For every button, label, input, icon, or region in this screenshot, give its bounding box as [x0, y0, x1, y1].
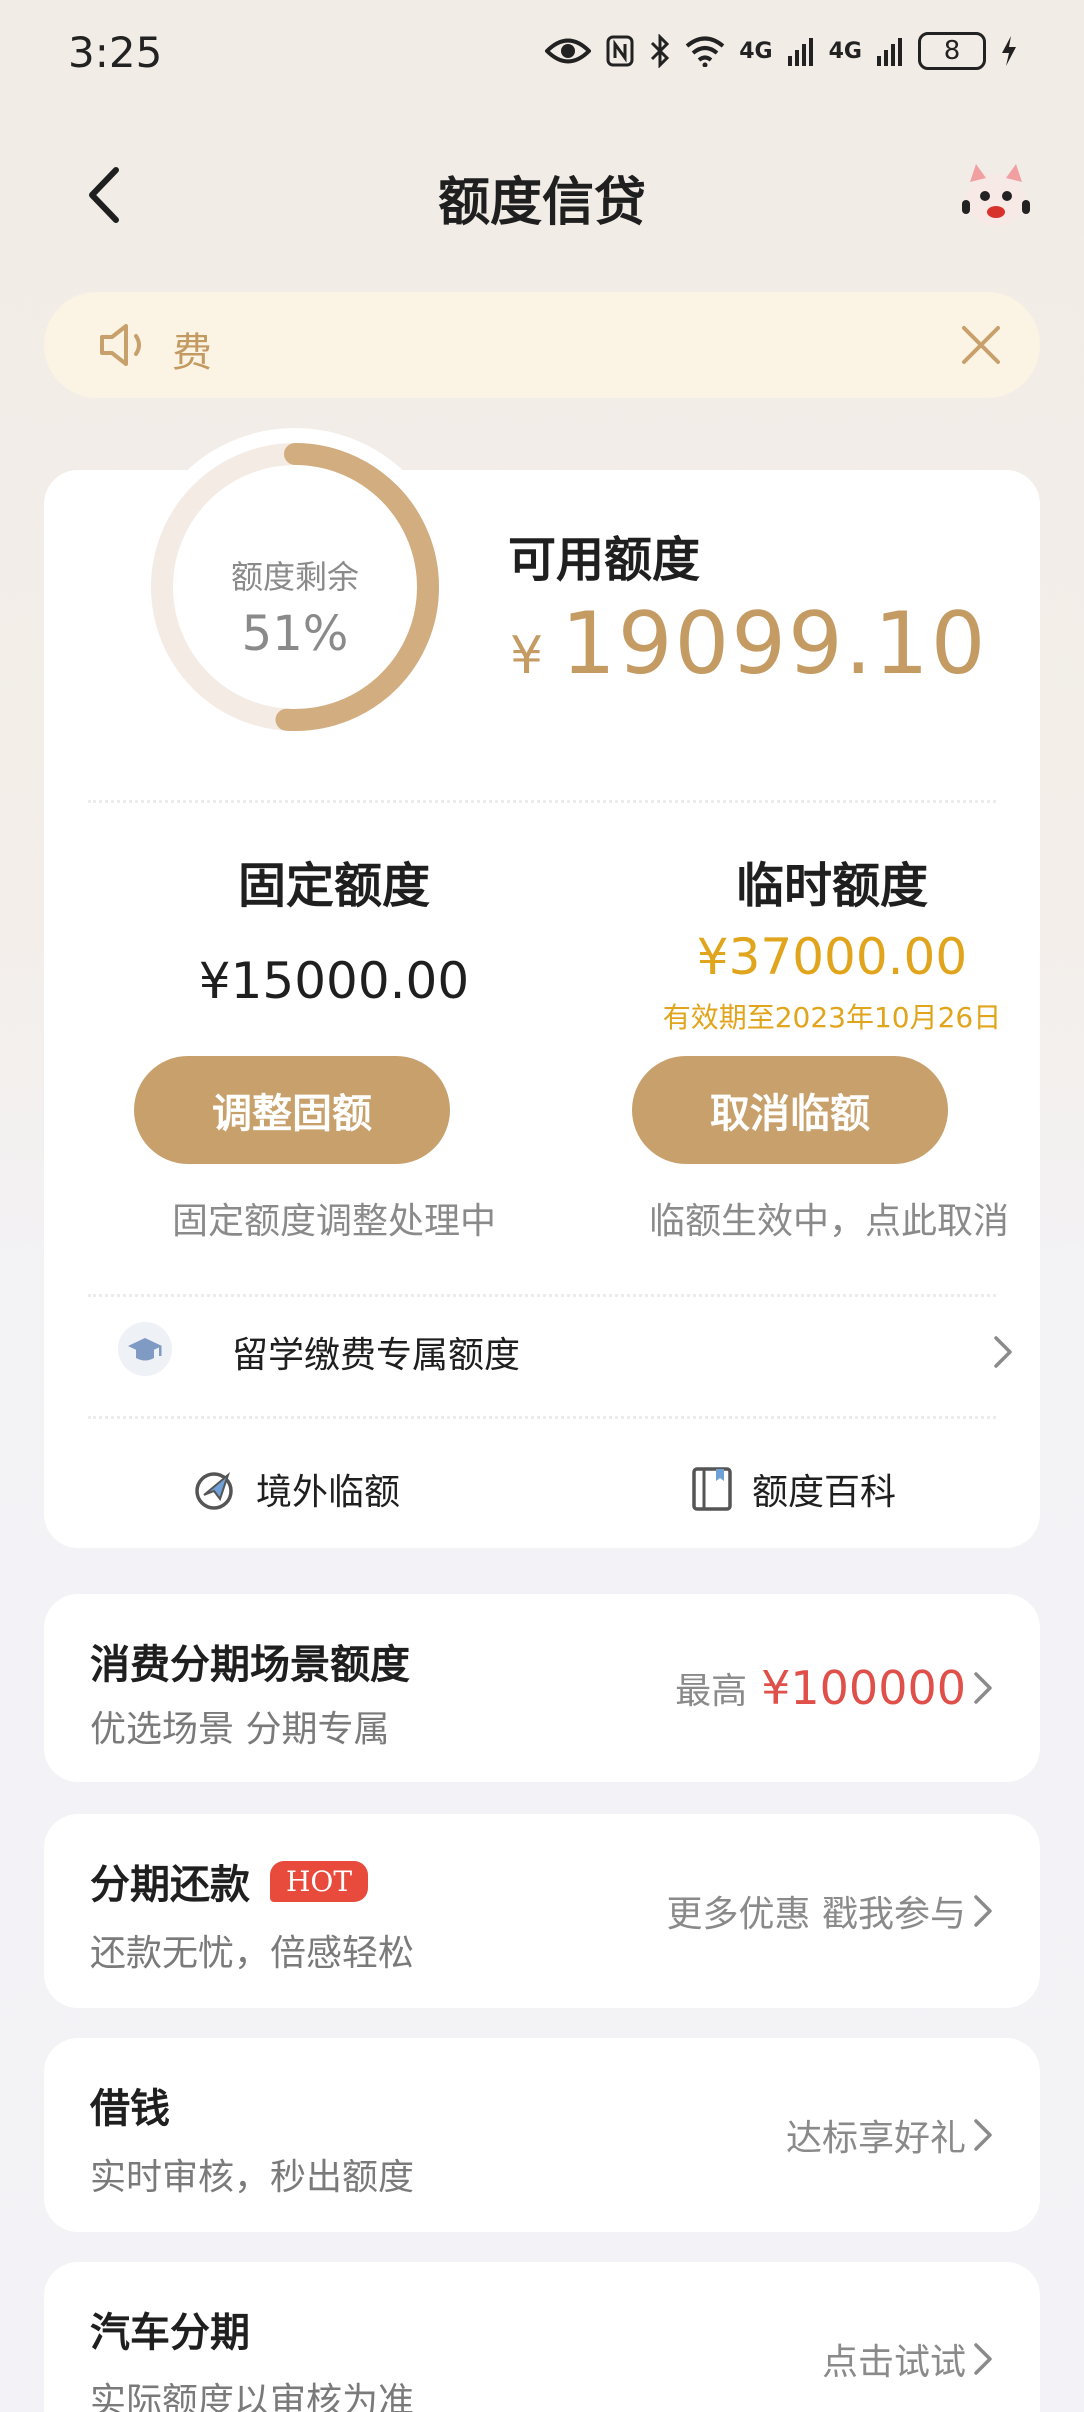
plane-icon: [195, 1471, 233, 1510]
cancel-temp-button[interactable]: 取消临额: [632, 1056, 948, 1164]
graduation-cap-icon: [118, 1322, 172, 1376]
nav-bar: 额度信贷: [0, 140, 1084, 250]
available-amount: ¥ 19099.10: [510, 594, 987, 694]
installment-scene-card[interactable]: 消费分期场景额度 优选场景 分期专属 最高 ¥100000: [44, 1594, 1040, 1782]
list-title: 消费分期场景额度: [90, 1642, 410, 1688]
close-icon[interactable]: [958, 322, 1004, 368]
bluetooth-icon: [651, 34, 670, 68]
limit-encyclopedia-link[interactable]: 额度百科: [690, 1454, 896, 1524]
overseas-temp-limit-label: 境外临额: [256, 1472, 401, 1513]
list-title: 汽车分期: [90, 2310, 250, 2356]
notice-text: 费: [172, 330, 212, 376]
max-prefix: 最高: [675, 1671, 748, 1712]
available-label: 可用额度: [508, 532, 701, 588]
divider: [88, 1294, 996, 1297]
nfc-icon: [606, 35, 634, 67]
speaker-icon: [100, 324, 141, 366]
study-abroad-label: 留学缴费专属额度: [232, 1335, 521, 1376]
max-amount: ¥100000: [761, 1661, 966, 1715]
book-icon: [692, 1467, 732, 1511]
network-type-1: 4G: [739, 38, 773, 64]
charging-icon: [1002, 36, 1016, 66]
study-abroad-limit-row[interactable]: 留学缴费专属额度: [118, 1316, 1018, 1386]
signal-icon-2: [877, 38, 902, 66]
notice-bar[interactable]: 费: [44, 292, 1040, 398]
list-subtitle: 优选场景 分期专属: [90, 1709, 390, 1750]
list-title: 借钱: [90, 2086, 170, 2132]
battery-level: 8: [943, 36, 961, 66]
chevron-right-icon: [974, 2119, 992, 2151]
status-bar: 3:25 4G 4G 8: [0, 0, 1084, 110]
mascot-icon[interactable]: [956, 156, 1036, 236]
temp-limit-amount: ¥37000.00: [696, 928, 968, 986]
temp-limit-title: 临时额度: [735, 858, 928, 914]
adjust-fixed-button[interactable]: 调整固额: [134, 1056, 450, 1164]
available-amount-value: 19099.10: [561, 594, 988, 694]
wifi-icon: [685, 36, 725, 67]
temp-limit-expiry: 有效期至2023年10月26日: [662, 1001, 1002, 1034]
fixed-limit-status: 固定额度调整处理中: [171, 1201, 496, 1242]
borrow-money-card[interactable]: 借钱 实时审核，秒出额度 达标享好礼: [44, 2038, 1040, 2232]
currency-symbol: ¥: [510, 626, 544, 686]
fixed-limit-column: 固定额度 ¥15000.00: [134, 846, 534, 1010]
gauge-label: 额度剩余: [230, 558, 359, 596]
gauge-percent: 51%: [241, 606, 349, 662]
car-installment-card[interactable]: 汽车分期 实际额度以审核为准 点击试试: [44, 2262, 1040, 2412]
installment-repay-card[interactable]: 分期还款 HOT 还款无忧，倍感轻松 更多优惠 戳我参与: [44, 1814, 1040, 2008]
hot-badge: HOT: [270, 1860, 369, 1902]
list-subtitle: 实时审核，秒出额度: [90, 2157, 415, 2198]
divider: [88, 800, 996, 803]
battery-indicator: 8: [918, 32, 986, 70]
fixed-limit-amount: ¥15000.00: [198, 952, 470, 1010]
credit-card: 额度剩余 51% 可用额度 ¥ 19099.10 固定额度 ¥15000.00 …: [44, 428, 1040, 1548]
signal-icon-1: [787, 38, 813, 66]
status-time: 3:25: [68, 28, 163, 77]
list-subtitle: 还款无忧，倍感轻松: [90, 1933, 415, 1974]
chevron-right-icon: [974, 2343, 992, 2375]
overseas-temp-limit-link[interactable]: 境外临额: [190, 1454, 400, 1524]
fixed-limit-title: 固定额度: [237, 858, 430, 914]
chevron-right-icon: [994, 1336, 1012, 1368]
eye-icon: [545, 38, 592, 64]
list-subtitle: 实际额度以审核为准: [90, 2381, 415, 2412]
list-right-info: 更多优惠 戳我参与: [666, 1894, 966, 1935]
network-type-2: 4G: [828, 38, 862, 64]
list-title: 分期还款: [90, 1862, 250, 1908]
chevron-right-icon: [974, 1672, 992, 1704]
chevron-right-icon: [974, 1895, 992, 1927]
temp-limit-column: 临时额度 ¥37000.00 有效期至2023年10月26日: [632, 846, 1032, 1036]
divider: [88, 1416, 996, 1419]
limit-encyclopedia-label: 额度百科: [752, 1472, 897, 1513]
list-right-info: 达标享好礼: [785, 2118, 966, 2159]
list-right-info: 最高 ¥100000: [675, 1594, 966, 1782]
page-title: 额度信贷: [437, 173, 646, 233]
list-right-info: 点击试试: [821, 2342, 966, 2383]
temp-limit-status[interactable]: 临额生效中，点此取消: [594, 1192, 1064, 1244]
list-title-row: 分期还款 HOT: [90, 1852, 369, 1910]
status-icons: 4G 4G 8: [545, 32, 1018, 70]
